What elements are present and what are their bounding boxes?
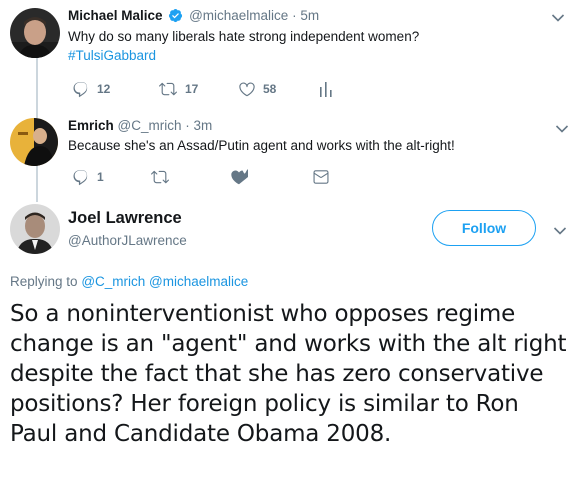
avatar[interactable] <box>10 204 60 254</box>
verified-badge-icon <box>168 8 183 26</box>
dm-icon <box>313 170 329 184</box>
timestamp[interactable]: 5m <box>300 8 319 23</box>
reply-mention-link[interactable]: @michaelmalice <box>149 274 248 289</box>
retweet-icon <box>158 82 177 96</box>
main-tweet-text: So a noninterventionist who opposes regi… <box>10 301 567 447</box>
tweet-header: Emrich @C_mrich · 3m <box>68 118 212 133</box>
tweet-header: Michael Malice @michaelmalice · 5m <box>68 8 319 26</box>
separator-dot: · <box>292 8 297 23</box>
chevron-down-icon[interactable] <box>551 10 565 28</box>
retweet-button[interactable]: 17 <box>158 80 238 98</box>
reply-button[interactable]: 1 <box>72 168 150 186</box>
hashtag-link[interactable]: #TulsiGabbard <box>68 46 548 65</box>
tweet-actions: 12 17 58 <box>72 80 334 98</box>
author-name[interactable]: Emrich <box>68 118 114 133</box>
author-handle[interactable]: @michaelmalice <box>189 8 288 23</box>
author-name[interactable]: Michael Malice <box>68 8 163 23</box>
tweet-text: Because she's an Assad/Putin agent and w… <box>68 136 548 155</box>
retweet-count: 17 <box>185 82 199 96</box>
retweet-button[interactable] <box>150 168 230 186</box>
like-count: 58 <box>263 82 277 96</box>
analytics-button[interactable] <box>318 80 334 98</box>
like-button[interactable] <box>230 168 312 186</box>
tweet-body: Why do so many liberals hate strong inde… <box>68 29 420 44</box>
author-handle[interactable]: @AuthorJLawrence <box>68 233 187 248</box>
author-handle[interactable]: @C_mrich <box>118 118 182 133</box>
replying-to: Replying to @C_mrich @michaelmalice <box>10 274 248 289</box>
reply-count: 12 <box>97 82 111 96</box>
reply-icon <box>73 82 88 98</box>
follow-button[interactable]: Follow <box>432 210 536 246</box>
avatar[interactable] <box>10 8 60 58</box>
thread-line <box>36 166 38 202</box>
tweet-actions: 1 <box>72 168 330 186</box>
replying-prefix: Replying to <box>10 274 78 289</box>
reply-count: 1 <box>97 170 104 184</box>
separator-dot: · <box>185 118 190 133</box>
chevron-down-icon[interactable] <box>555 121 569 139</box>
analytics-icon <box>320 82 332 97</box>
timestamp[interactable]: 3m <box>194 118 213 133</box>
like-icon <box>231 168 248 185</box>
like-button[interactable]: 58 <box>238 80 318 98</box>
thread-line <box>36 58 38 118</box>
reply-button[interactable]: 12 <box>72 80 158 98</box>
reply-icon <box>73 170 88 186</box>
like-icon <box>239 82 255 97</box>
author-name[interactable]: Joel Lawrence <box>68 209 182 228</box>
chevron-down-icon[interactable] <box>553 223 567 241</box>
reply-mention-link[interactable]: @C_mrich <box>81 274 145 289</box>
tweet-text: Why do so many liberals hate strong inde… <box>68 27 548 65</box>
dm-button[interactable] <box>312 168 330 186</box>
tweet-body: Because she's an Assad/Putin agent and w… <box>68 138 455 153</box>
avatar[interactable] <box>10 118 58 166</box>
retweet-icon <box>150 170 169 184</box>
